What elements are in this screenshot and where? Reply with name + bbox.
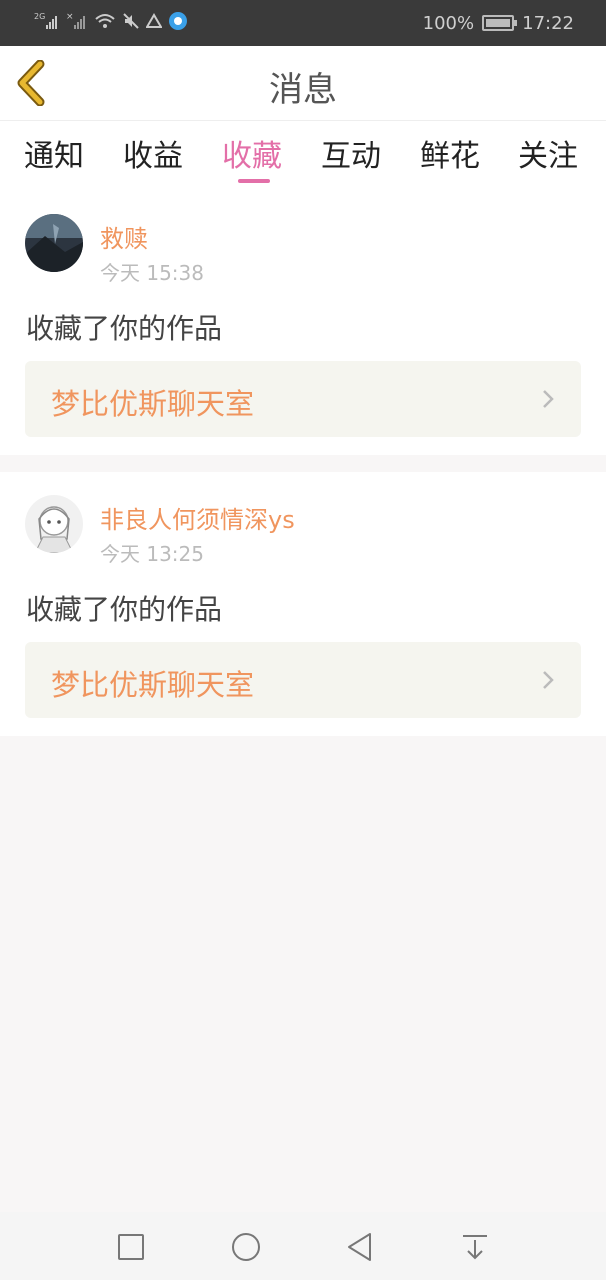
active-tab-indicator	[238, 179, 270, 183]
recent-apps-button[interactable]	[114, 1230, 148, 1264]
message-time: 今天 13:25	[100, 542, 204, 566]
chevron-right-icon	[543, 390, 554, 408]
back-nav-button[interactable]	[343, 1230, 377, 1264]
username[interactable]: 救赎	[100, 219, 148, 254]
message-card: 救赎 今天 15:38 收藏了你的作品 梦比优斯聊天室	[0, 191, 606, 455]
avatar[interactable]	[25, 495, 83, 553]
avatar[interactable]	[25, 214, 83, 272]
mute-icon	[122, 12, 140, 34]
status-icons-right: 100% 17:22	[423, 10, 574, 36]
tab-favorites[interactable]: 收藏	[222, 131, 282, 175]
work-title: 梦比优斯聊天室	[51, 387, 255, 421]
battery-icon	[482, 15, 518, 31]
status-icons-left: 2G ×	[34, 12, 188, 34]
clock: 17:22	[522, 12, 574, 34]
header: 消息	[0, 46, 606, 121]
browser-icon	[168, 11, 188, 35]
triangle-back-icon	[348, 1233, 371, 1261]
message-text: 收藏了你的作品	[26, 593, 223, 626]
square-icon	[118, 1234, 144, 1260]
tab-bar: 通知 收益 收藏 互动 鲜花 关注	[0, 121, 606, 191]
alert-icon	[145, 13, 163, 33]
message-text: 收藏了你的作品	[26, 312, 223, 345]
page-title: 消息	[269, 70, 337, 110]
tab-earnings[interactable]: 收益	[123, 131, 183, 175]
download-icon	[463, 1235, 487, 1260]
notification-shade-button[interactable]	[458, 1230, 492, 1264]
username[interactable]: 非良人何须情深ys	[100, 500, 295, 535]
tab-follows[interactable]: 关注	[518, 131, 578, 175]
work-link[interactable]: 梦比优斯聊天室	[25, 642, 581, 718]
svg-text:2G: 2G	[34, 12, 45, 21]
message-time: 今天 15:38	[100, 261, 204, 285]
home-button[interactable]	[229, 1230, 263, 1264]
tab-notifications[interactable]: 通知	[24, 131, 84, 175]
status-bar: 2G × 100% 17:22	[0, 0, 606, 46]
chevron-right-icon	[543, 671, 554, 689]
wifi-icon	[94, 12, 116, 34]
system-navigation-bar	[0, 1212, 606, 1280]
signal-2g-icon: 2G	[34, 11, 60, 35]
work-link[interactable]: 梦比优斯聊天室	[25, 361, 581, 437]
message-card: 非良人何须情深ys 今天 13:25 收藏了你的作品 梦比优斯聊天室	[0, 472, 606, 736]
signal-x-icon: ×	[66, 11, 88, 35]
tab-flowers[interactable]: 鲜花	[420, 131, 480, 175]
work-title: 梦比优斯聊天室	[51, 668, 255, 702]
circle-icon	[232, 1233, 260, 1261]
tab-interactions[interactable]: 互动	[321, 131, 381, 175]
battery-percent: 100%	[422, 12, 475, 34]
svg-text:×: ×	[66, 12, 74, 22]
